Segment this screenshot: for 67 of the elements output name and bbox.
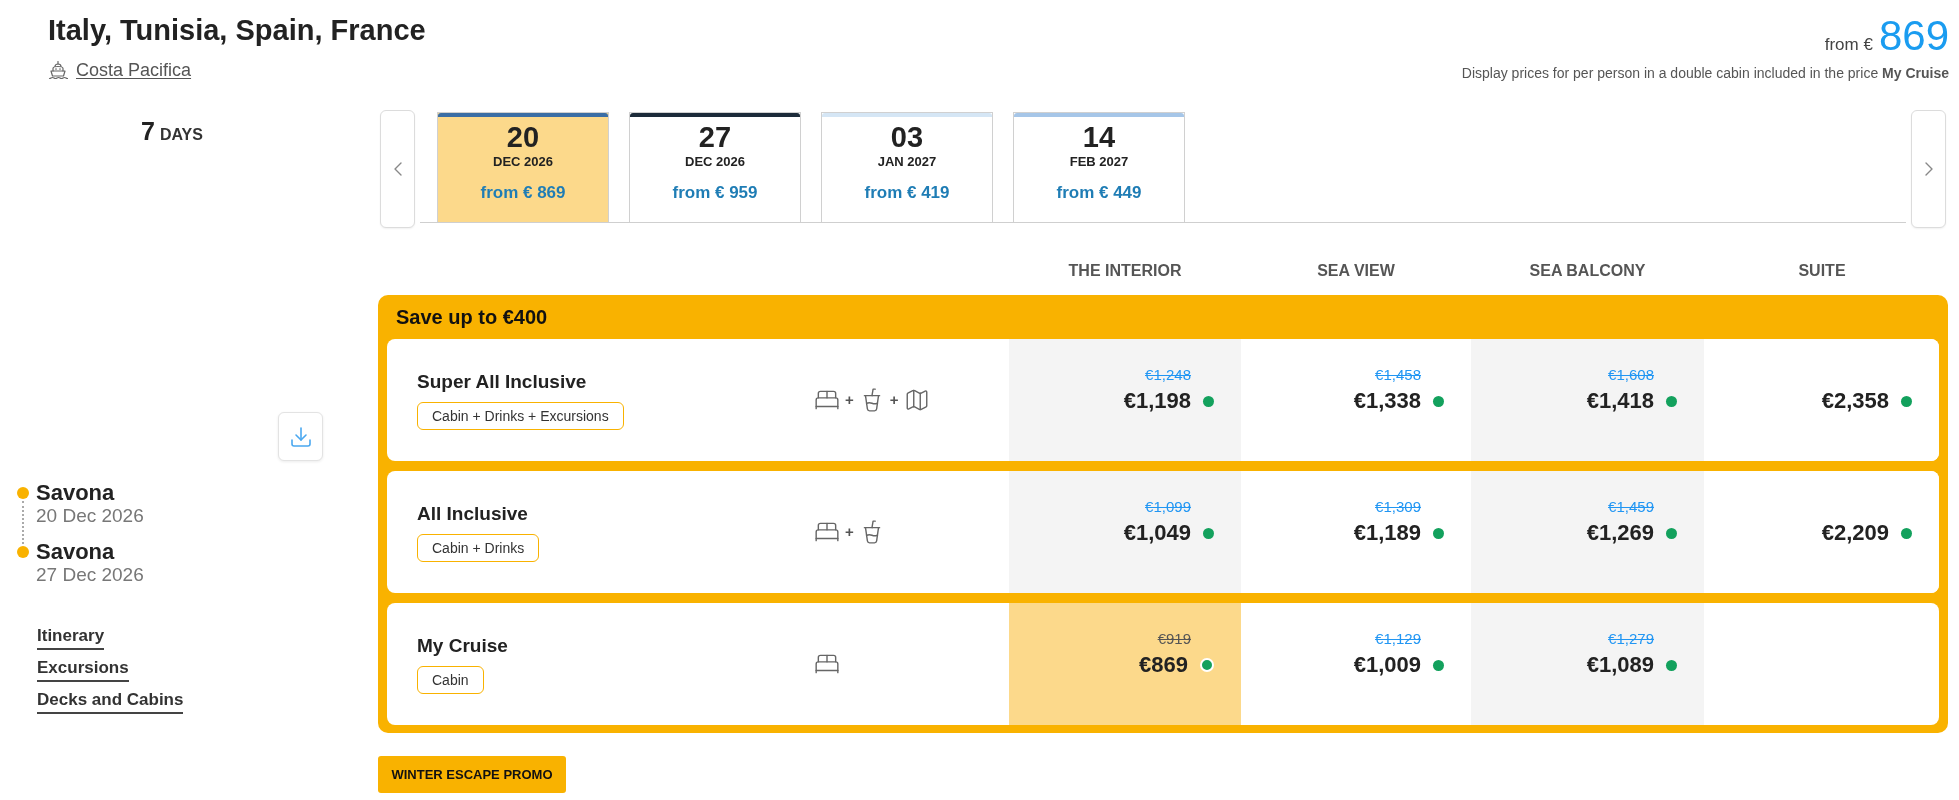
offer-title: Save up to €400 bbox=[396, 305, 548, 329]
old-price: €1,248 bbox=[1145, 366, 1191, 384]
port-date: 27 Dec 2026 bbox=[36, 564, 144, 586]
port-name: Savona bbox=[36, 481, 115, 505]
column-header: SUITE bbox=[1798, 261, 1846, 281]
package-name: Super All Inclusive bbox=[417, 370, 587, 394]
port-date: 20 Dec 2026 bbox=[36, 505, 144, 527]
price-cell[interactable]: €1,099 €1,049 bbox=[1009, 471, 1241, 593]
plus-sign: + bbox=[845, 523, 854, 541]
port-name: Savona bbox=[36, 540, 115, 564]
old-price: €919 bbox=[1157, 630, 1191, 648]
sidebar-link[interactable]: Itinerary bbox=[37, 626, 105, 650]
price-cell[interactable]: €1,248 €1,198 bbox=[1009, 339, 1241, 461]
price: €869 bbox=[1139, 652, 1188, 678]
price-label: from € bbox=[1824, 34, 1873, 56]
date-tab[interactable]: 27 DEC 2026 from € 959 bbox=[629, 112, 801, 222]
previous-button[interactable] bbox=[380, 110, 415, 228]
price: €2,358 bbox=[1821, 388, 1889, 414]
ship-icon bbox=[48, 60, 68, 80]
old-price: €1,129 bbox=[1375, 630, 1421, 648]
price-cell[interactable]: €919 €869 bbox=[1009, 603, 1241, 725]
plus-sign: + bbox=[889, 391, 899, 409]
download-button[interactable] bbox=[278, 412, 323, 461]
price: €1,189 bbox=[1353, 520, 1421, 546]
package-name: My Cruise bbox=[417, 634, 508, 658]
ship-link[interactable]: Costa Pacifica bbox=[76, 59, 192, 81]
download-icon bbox=[288, 424, 313, 449]
chevron-left-icon bbox=[393, 162, 402, 176]
package-name: All Inclusive bbox=[417, 502, 528, 526]
lowest-price: 869 bbox=[1878, 13, 1949, 59]
price: €1,338 bbox=[1353, 388, 1421, 414]
package-tag: Cabin bbox=[417, 666, 484, 694]
price: €1,269 bbox=[1586, 520, 1654, 546]
package-tag: Cabin + Drinks bbox=[417, 534, 540, 562]
column-header: SEA VIEW bbox=[1317, 261, 1395, 281]
old-price: €1,608 bbox=[1608, 366, 1654, 384]
price: €1,049 bbox=[1123, 520, 1191, 546]
price-note: Display prices for per person in a double cabin included in the price My Cruise bbox=[1461, 65, 1949, 82]
date-tab[interactable]: 03 JAN 2027 from € 419 bbox=[821, 112, 993, 222]
old-price: €1,459 bbox=[1608, 498, 1654, 516]
column-header: THE INTERIOR bbox=[1068, 261, 1182, 281]
date-tab[interactable]: 14 FEB 2027 from € 449 bbox=[1013, 112, 1185, 222]
price: €1,009 bbox=[1353, 652, 1421, 678]
old-price: €1,309 bbox=[1375, 498, 1421, 516]
price-cell[interactable]: €1,459 €1,269 bbox=[1471, 471, 1704, 593]
timeline-line bbox=[22, 501, 24, 544]
plus-sign: + bbox=[845, 391, 854, 409]
old-price: €1,458 bbox=[1375, 366, 1421, 384]
old-price: €1,099 bbox=[1145, 498, 1191, 516]
cruise-title: Italy, Tunisia, Spain, France bbox=[48, 13, 426, 47]
sidebar-link[interactable]: Excursions bbox=[37, 658, 129, 682]
price: €1,418 bbox=[1586, 388, 1654, 414]
price-cell[interactable]: €1,279 €1,089 bbox=[1471, 603, 1704, 725]
duration-unit: DAYS bbox=[159, 125, 203, 145]
price: €2,209 bbox=[1821, 520, 1889, 546]
price: €1,198 bbox=[1123, 388, 1191, 414]
price-cell[interactable]: €1,608 €1,418 bbox=[1471, 339, 1704, 461]
date-tab[interactable]: 20 DEC 2026 from € 869 bbox=[437, 112, 609, 222]
chevron-right-icon bbox=[1924, 162, 1933, 176]
promo-button[interactable]: WINTER ESCAPE PROMO bbox=[378, 756, 566, 793]
next-button[interactable] bbox=[1911, 110, 1946, 228]
sidebar-link[interactable]: Decks and Cabins bbox=[37, 690, 184, 714]
column-header: SEA BALCONY bbox=[1529, 261, 1646, 281]
old-price: €1,279 bbox=[1608, 630, 1654, 648]
price: €1,089 bbox=[1586, 652, 1654, 678]
package-tag: Cabin + Drinks + Excursions bbox=[417, 402, 624, 430]
duration-number: 7 bbox=[141, 118, 155, 144]
